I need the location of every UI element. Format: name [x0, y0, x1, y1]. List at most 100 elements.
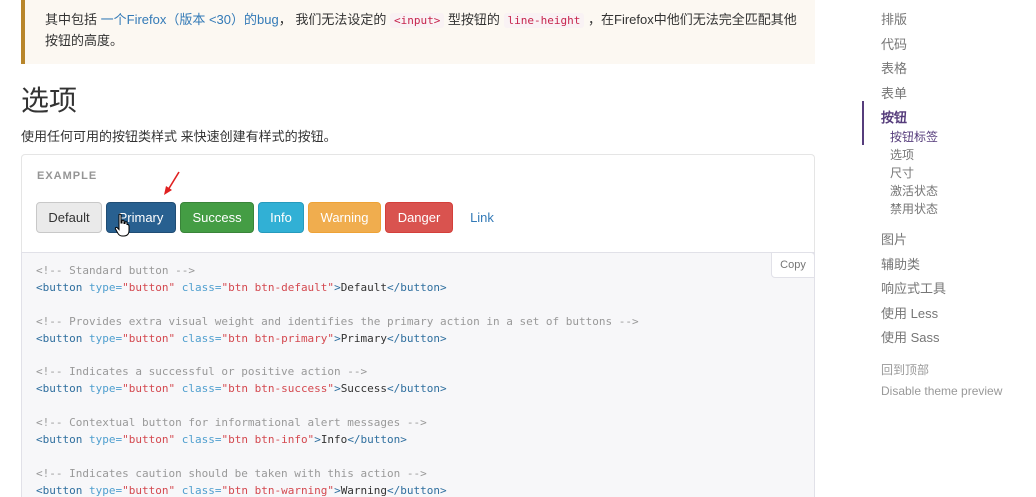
code-tag-close: </button> [387, 280, 447, 294]
sidebar-item-images[interactable]: 图片 [881, 229, 907, 248]
code-input: <input> [389, 13, 445, 28]
callout-text-mid2: 型按钮的 [444, 12, 504, 27]
code-comment-line: <!-- Contextual button for informational… [36, 415, 639, 432]
code-line-height: line-height [503, 13, 585, 28]
code-tag-gt: > [334, 483, 341, 497]
code-attr-type: type= [88, 382, 123, 396]
callout-text: 其中包括 一个Firefox（版本 <30）的bug， 我们无法设定的 <inp… [45, 10, 805, 51]
code-comment: <!-- Indicates a successful or positive … [36, 365, 368, 379]
code-button-line: <button type="button" class="btn btn-suc… [36, 381, 639, 398]
code-tag-open: <button [36, 382, 83, 396]
sidebar-item-typography[interactable]: 排版 [881, 9, 907, 28]
code-button-line: <button type="button" class="btn btn-war… [36, 483, 639, 497]
copy-button[interactable]: Copy [771, 252, 815, 278]
code-attr-type: type= [88, 331, 123, 345]
success-button[interactable]: Success [180, 202, 254, 233]
active-nav-indicator [862, 101, 864, 145]
code-val-class: "btn btn-primary" [221, 331, 335, 345]
code-comment-line: <!-- Provides extra visual weight and id… [36, 314, 639, 331]
code-comment: <!-- Provides extra visual weight and id… [36, 314, 639, 328]
sidebar-item-sass[interactable]: 使用 Sass [881, 327, 940, 346]
link-button[interactable]: Link [457, 202, 507, 233]
code-attr-class: class= [181, 483, 222, 497]
disable-theme-preview-link[interactable]: Disable theme preview [881, 384, 1002, 398]
code-val-type: "button" [122, 331, 176, 345]
code-val-type: "button" [122, 280, 176, 294]
code-button-text: Info [320, 433, 348, 447]
button-row: Default Primary Success Info Warning Dan… [36, 202, 511, 233]
code-val-class: "btn btn-success" [221, 382, 335, 396]
code-attr-type: type= [88, 280, 123, 294]
code-comment: <!-- Standard button --> [36, 264, 195, 277]
code-button-text: Default [340, 280, 388, 294]
sidebar-item-code[interactable]: 代码 [881, 34, 907, 53]
code-tag-close: </button> [387, 382, 447, 396]
code-val-class: "btn btn-default" [221, 280, 335, 294]
code-tag-gt: > [334, 331, 341, 345]
code-val-type: "button" [122, 382, 176, 396]
sidebar-item-forms[interactable]: 表单 [881, 83, 907, 102]
firefox-bug-link[interactable]: 一个Firefox（版本 <30）的bug [101, 12, 279, 27]
code-comment-line: <!-- Indicates caution should be taken w… [36, 466, 639, 483]
back-to-top-link[interactable]: 回到顶部 [881, 361, 929, 378]
code-attr-class: class= [181, 382, 222, 396]
section-lead: 使用任何可用的按钮类样式 来快速创建有样式的按钮。 [21, 129, 337, 144]
code-comment-line: <!-- Indicates a successful or positive … [36, 364, 639, 381]
warning-button[interactable]: Warning [308, 202, 381, 233]
code-tag-open: <button [36, 483, 83, 497]
code-attr-type: type= [88, 483, 123, 497]
example-label: EXAMPLE [37, 170, 98, 182]
hand-cursor-icon [114, 213, 130, 237]
code-val-type: "button" [122, 433, 176, 447]
sidebar-sub-sizes[interactable]: 尺寸 [890, 164, 914, 181]
code-comment-line: <!-- Standard button --> [36, 263, 639, 280]
code-tag-gt: > [334, 382, 341, 396]
code-lines: <!-- Standard button --> <button type="bu… [36, 263, 639, 497]
code-button-text: Success [340, 382, 388, 396]
code-attr-class: class= [181, 280, 222, 294]
sidebar-sub-active-state[interactable]: 激活状态 [890, 182, 938, 199]
code-comment: <!-- Contextual button for informational… [36, 416, 427, 430]
sidebar-item-buttons[interactable]: 按钮 [881, 107, 907, 126]
code-val-class: "btn btn-info" [221, 433, 315, 447]
code-button-line: <button type="button" class="btn btn-pri… [36, 331, 639, 348]
sidebar-item-helpers[interactable]: 辅助类 [881, 254, 920, 273]
code-button-text: Primary [340, 331, 388, 345]
code-attr-class: class= [181, 331, 222, 345]
code-tag-open: <button [36, 433, 83, 447]
section-title: 选项 [21, 85, 78, 116]
code-button-line: <button type="button" class="btn btn-inf… [36, 432, 639, 449]
red-arrow-annotation-icon [164, 171, 180, 195]
info-button[interactable]: Info [258, 202, 304, 233]
example-box: EXAMPLE Default Primary Success Info War… [21, 154, 815, 252]
code-attr-type: type= [88, 433, 123, 447]
code-tag-open: <button [36, 331, 83, 345]
code-val-class: "btn btn-warning" [221, 483, 335, 497]
code-button-text: Warning [340, 483, 388, 497]
code-attr-class: class= [181, 433, 222, 447]
code-tag-close: </button> [387, 331, 447, 345]
sidebar-sub-button-tags[interactable]: 按钮标签 [890, 128, 938, 145]
code-tag-gt: > [334, 280, 341, 294]
sidebar-item-responsive[interactable]: 响应式工具 [881, 278, 946, 297]
sidebar-sub-disabled-state[interactable]: 禁用状态 [890, 200, 938, 217]
sidebar-item-less[interactable]: 使用 Less [881, 303, 938, 322]
danger-button[interactable]: Danger [385, 202, 453, 233]
code-tag-close: </button> [387, 483, 447, 497]
default-button[interactable]: Default [36, 202, 102, 233]
firefox-bug-callout: 其中包括 一个Firefox（版本 <30）的bug， 我们无法设定的 <inp… [21, 0, 815, 64]
code-button-line: <button type="button" class="btn btn-def… [36, 280, 639, 297]
code-comment: <!-- Indicates caution should be taken w… [36, 466, 427, 480]
code-tag-gt: > [314, 433, 321, 447]
code-tag-close: </button> [347, 433, 407, 447]
code-tag-open: <button [36, 280, 83, 294]
code-val-type: "button" [122, 483, 176, 497]
callout-text-prefix: 其中包括 [45, 12, 101, 27]
code-block: Copy <!-- Standard button --> <button typ… [21, 252, 815, 497]
sidebar-item-tables[interactable]: 表格 [881, 58, 907, 77]
sidebar-sub-options[interactable]: 选项 [890, 146, 914, 163]
